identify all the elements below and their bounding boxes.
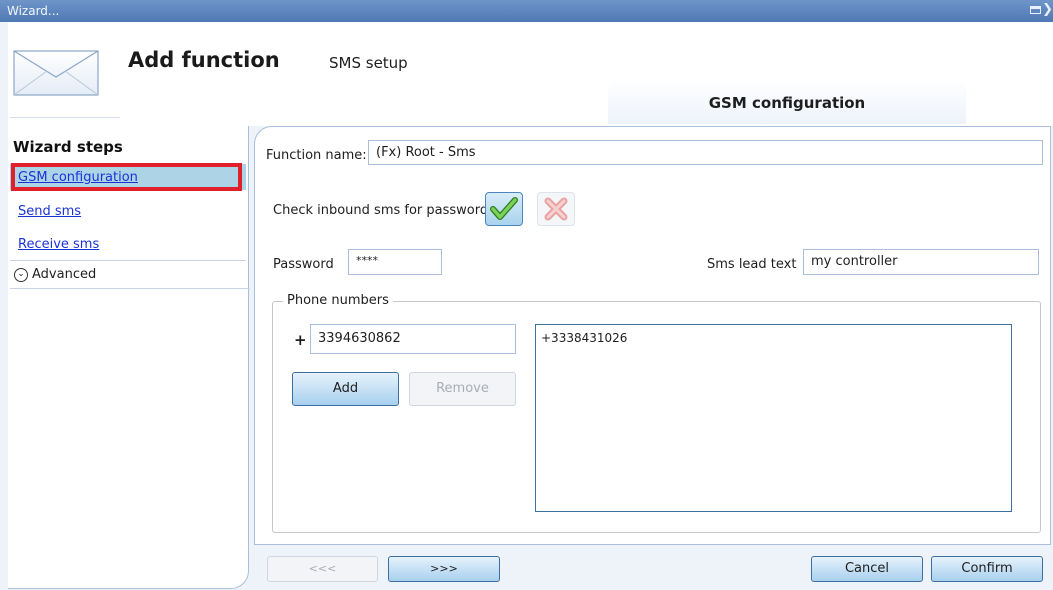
sidebar-item-send-sms[interactable]: Send sms [10,198,246,224]
cross-icon [544,197,568,221]
disable-check-button[interactable] [537,192,575,226]
page-subtitle: SMS setup [329,54,408,72]
sidebar-item-label[interactable]: GSM configuration [10,170,138,185]
advanced-label: Advanced [32,267,97,282]
sidebar-item-label[interactable]: Send sms [10,204,81,219]
enable-check-button[interactable] [485,192,523,226]
tab-gsm-configuration[interactable]: GSM configuration [608,82,966,124]
chevron-down-icon: ⌄ [14,267,28,282]
phone-numbers-legend: Phone numbers [283,293,393,308]
back-button[interactable]: <<< [267,556,378,582]
sms-lead-text-field[interactable]: my controller [803,249,1039,275]
sidebar-title: Wizard steps [13,138,123,156]
password-field[interactable]: **** [348,249,442,275]
window-title-bar: Wizard... ❯ [0,0,1053,22]
wizard-sidebar [8,126,249,589]
function-name-label: Function name: [266,148,367,163]
function-name-field[interactable]: (Fx) Root - Sms [368,140,1043,165]
sidebar-advanced-toggle[interactable]: ⌄ Advanced [10,262,250,289]
sidebar-divider [10,260,246,261]
phone-number-input[interactable]: 3394630862 [310,324,516,354]
next-button[interactable]: >>> [388,556,500,582]
sidebar-item-receive-sms[interactable]: Receive sms [10,231,246,257]
remove-button[interactable]: Remove [409,372,516,406]
phone-prefix: + [294,331,307,349]
sidebar-item-gsm-configuration[interactable]: GSM configuration [10,164,246,190]
password-label: Password [273,257,334,272]
page-title: Add function [128,48,280,72]
window-title: Wizard... [7,4,60,18]
check-inbound-label: Check inbound sms for password [273,203,489,218]
close-icon[interactable]: ❯ [1042,2,1053,17]
envelope-icon [13,50,99,96]
header-divider [10,117,120,118]
restore-icon[interactable] [1030,6,1041,14]
cancel-button[interactable]: Cancel [811,556,923,582]
list-item[interactable]: +3338431026 [541,331,1006,345]
sms-lead-text-label: Sms lead text [707,257,797,272]
phone-number-list[interactable]: +3338431026 [535,324,1012,512]
confirm-button[interactable]: Confirm [931,556,1043,582]
sidebar-item-label[interactable]: Receive sms [10,237,99,252]
checkmark-icon [490,197,518,220]
add-button[interactable]: Add [292,372,399,406]
